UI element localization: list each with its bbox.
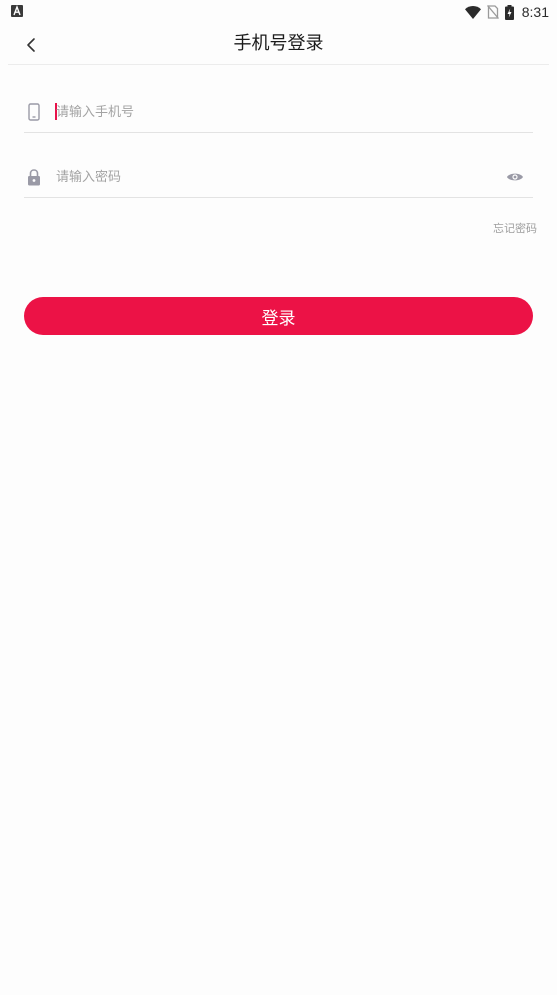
header: 手机号登录 xyxy=(0,24,557,64)
phone-icon xyxy=(26,102,42,122)
password-input[interactable] xyxy=(56,163,496,191)
login-button[interactable]: 登录 xyxy=(24,297,533,335)
status-icons: 8:31 xyxy=(464,3,549,21)
status-bar: 8:31 xyxy=(0,0,557,24)
phone-field xyxy=(24,92,533,133)
wifi-icon xyxy=(464,5,481,19)
no-sim-icon xyxy=(486,5,499,19)
forgot-password-link[interactable]: 忘记密码 xyxy=(493,220,537,236)
a-box-icon xyxy=(11,5,23,17)
page-title: 手机号登录 xyxy=(233,33,324,54)
password-field xyxy=(24,157,533,198)
login-screen: 8:31 手机号登录 请输入手机号 忘记密码 登录 xyxy=(0,0,557,995)
eye-icon xyxy=(507,173,523,181)
phone-input[interactable] xyxy=(56,98,496,126)
toggle-password-visibility[interactable] xyxy=(505,169,525,185)
lock-icon xyxy=(26,167,42,187)
battery-charging-icon xyxy=(504,4,514,20)
header-divider xyxy=(8,64,549,65)
status-time: 8:31 xyxy=(521,4,549,20)
